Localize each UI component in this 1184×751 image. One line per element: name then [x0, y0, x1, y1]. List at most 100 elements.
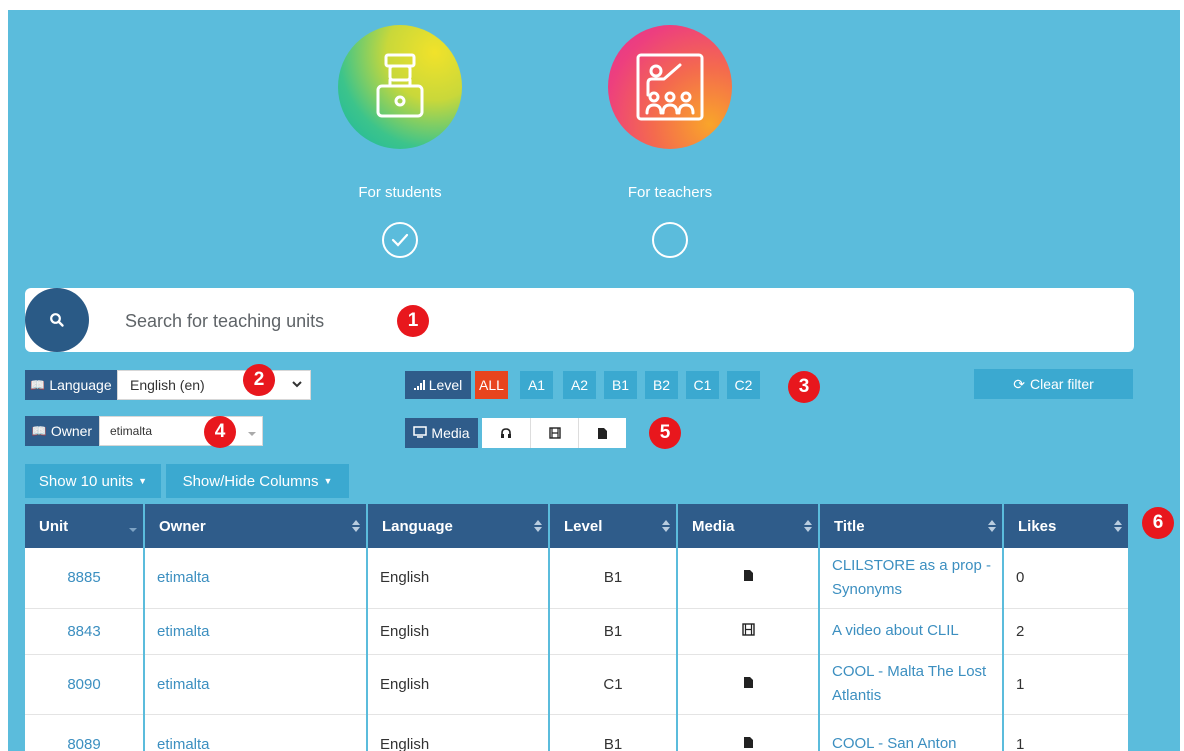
title-link[interactable]: COOL - Malta The Lost Atlantis [819, 654, 1004, 715]
unit-link[interactable]: 8090 [25, 654, 145, 715]
film-icon [741, 622, 755, 636]
book-icon: 📖 [31, 424, 47, 438]
table-row: 8843 etimalta English B1 A video about C… [25, 608, 1130, 655]
owner-link[interactable]: etimalta [144, 654, 368, 715]
likes-cell: 1 [1003, 714, 1130, 751]
owner-link[interactable]: etimalta [144, 548, 368, 609]
level-filter-label: Level [405, 371, 471, 399]
language-cell: English [367, 714, 550, 751]
page-background: For students For teachers 1 📖 Language E… [8, 10, 1180, 751]
level-cell: B1 [549, 714, 678, 751]
student-laptop-icon[interactable] [338, 25, 462, 149]
level-cell: B1 [549, 548, 678, 609]
media-video-button[interactable] [530, 418, 578, 448]
sort-icon [352, 519, 360, 533]
unit-link[interactable]: 8089 [25, 714, 145, 751]
show-units-button[interactable]: Show 10 units ▼ [25, 464, 161, 498]
signal-bars-icon [413, 377, 426, 393]
show-hide-columns-button[interactable]: Show/Hide Columns ▼ [166, 464, 349, 498]
media-filter-label: Media [405, 418, 478, 448]
teacher-classroom-icon[interactable] [608, 25, 732, 149]
chevron-down-icon [248, 427, 256, 441]
annotation-badge-3: 3 [788, 371, 820, 403]
media-cell [677, 548, 820, 609]
film-icon [548, 427, 561, 439]
column-header-title[interactable]: Title [819, 504, 1004, 548]
annotation-badge-2: 2 [243, 364, 275, 396]
table-row: 8089 etimalta English B1 COOL - San Anto… [25, 714, 1130, 751]
likes-cell: 2 [1003, 608, 1130, 655]
annotation-badge-5: 5 [649, 417, 681, 449]
table-header-row: Unit Owner Language Level Media Title Li… [25, 504, 1130, 548]
table-row: 8090 etimalta English C1 COOL - Malta Th… [25, 654, 1130, 715]
language-filter-label: 📖 Language [25, 370, 117, 400]
annotation-badge-4: 4 [204, 416, 236, 448]
level-b1-button[interactable]: B1 [604, 371, 637, 399]
media-audio-button[interactable] [482, 418, 530, 448]
caret-down-icon: ▼ [138, 476, 148, 486]
search-button[interactable] [25, 288, 89, 352]
annotation-badge-1: 1 [397, 305, 429, 337]
check-icon [391, 233, 409, 247]
for-students-label: For students [358, 184, 442, 201]
level-cell: C1 [549, 654, 678, 715]
clear-filter-button[interactable]: ⟳ Clear filter [974, 369, 1133, 399]
students-radio[interactable] [382, 222, 418, 258]
search-icon [50, 313, 64, 327]
title-link[interactable]: COOL - San Anton [819, 714, 1004, 751]
units-table: Unit Owner Language Level Media Title Li… [25, 504, 1130, 751]
column-header-unit[interactable]: Unit [25, 504, 145, 548]
media-cell [677, 714, 820, 751]
caret-down-icon: ▼ [323, 476, 333, 486]
column-header-owner[interactable]: Owner [144, 504, 368, 548]
language-cell: English [367, 608, 550, 655]
sort-desc-icon [129, 519, 137, 533]
sort-icon [988, 519, 996, 533]
sort-icon [1114, 519, 1122, 533]
owner-link[interactable]: etimalta [144, 608, 368, 655]
sort-icon [662, 519, 670, 533]
owner-filter-label: 📖 Owner [25, 416, 99, 446]
language-cell: English [367, 654, 550, 715]
search-bar [25, 288, 1134, 352]
sort-icon [804, 519, 812, 533]
sort-icon [534, 519, 542, 533]
document-icon [743, 570, 753, 582]
headphones-icon [501, 428, 511, 438]
for-teachers-label: For teachers [627, 184, 713, 201]
column-header-likes[interactable]: Likes [1003, 504, 1130, 548]
unit-link[interactable]: 8843 [25, 608, 145, 655]
document-icon [598, 427, 607, 439]
unit-link[interactable]: 8885 [25, 548, 145, 609]
document-icon [743, 676, 753, 688]
column-header-level[interactable]: Level [549, 504, 678, 548]
level-c2-button[interactable]: C2 [727, 371, 760, 399]
likes-cell: 0 [1003, 548, 1130, 609]
table-row: 8885 etimalta English B1 CLILSTORE as a … [25, 548, 1130, 609]
chevron-down-icon [292, 377, 302, 394]
level-b2-button[interactable]: B2 [645, 371, 678, 399]
level-cell: B1 [549, 608, 678, 655]
column-header-language[interactable]: Language [367, 504, 550, 548]
level-a1-button[interactable]: A1 [520, 371, 553, 399]
book-icon: 📖 [30, 378, 46, 392]
refresh-icon: ⟳ [1013, 375, 1025, 392]
annotation-badge-6: 6 [1142, 507, 1174, 539]
owner-select[interactable]: etimalta [99, 416, 263, 446]
monitor-icon [413, 425, 428, 441]
likes-cell: 1 [1003, 654, 1130, 715]
language-select[interactable]: English (en) [117, 370, 311, 400]
title-link[interactable]: CLILSTORE as a prop - Synonyms [819, 548, 1004, 609]
teachers-radio[interactable] [652, 222, 688, 258]
level-all-button[interactable]: ALL [475, 371, 508, 399]
language-cell: English [367, 548, 550, 609]
level-c1-button[interactable]: C1 [686, 371, 719, 399]
title-link[interactable]: A video about CLIL [819, 608, 1004, 655]
document-icon [743, 736, 753, 748]
media-document-button[interactable] [578, 418, 626, 448]
column-header-media[interactable]: Media [677, 504, 820, 548]
media-cell [677, 608, 820, 655]
owner-link[interactable]: etimalta [144, 714, 368, 751]
level-a2-button[interactable]: A2 [563, 371, 596, 399]
media-cell [677, 654, 820, 715]
